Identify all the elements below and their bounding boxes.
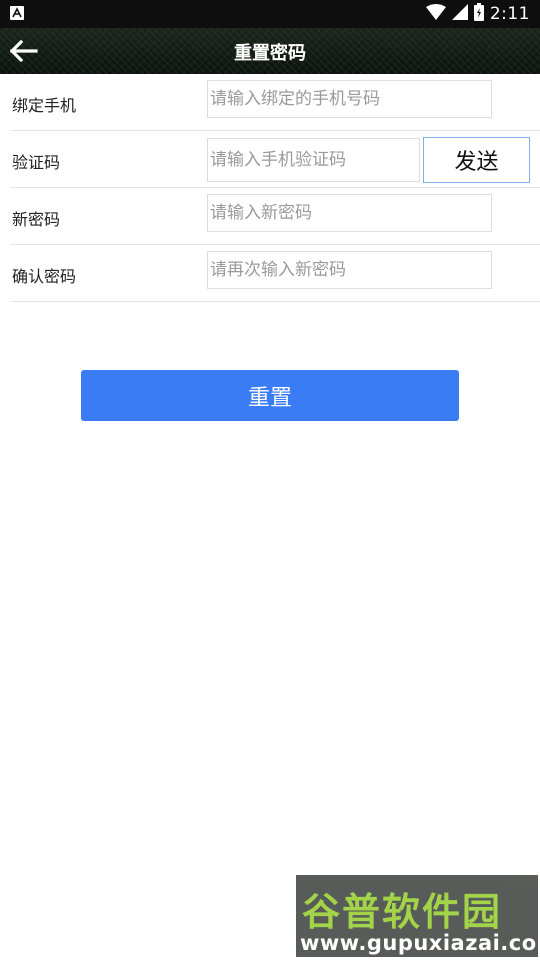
status-bar: 2:11 bbox=[0, 0, 540, 28]
a-notification-icon bbox=[10, 5, 24, 24]
new-password-input[interactable] bbox=[207, 194, 492, 232]
page-title: 重置密码 bbox=[234, 43, 306, 64]
code-input[interactable] bbox=[207, 138, 420, 182]
cell-signal-icon bbox=[451, 4, 468, 24]
reset-button[interactable]: 重置 bbox=[81, 370, 459, 421]
clock: 2:11 bbox=[489, 4, 530, 24]
code-label: 验证码 bbox=[12, 153, 61, 172]
send-code-button[interactable]: 发送 bbox=[423, 137, 530, 183]
wifi-icon bbox=[425, 4, 446, 24]
code-row: 验证码 发送 bbox=[10, 131, 540, 188]
new-password-label: 新密码 bbox=[12, 210, 61, 229]
watermark-logo: 谷普软件园 www.gupuxiazai.com bbox=[296, 875, 540, 957]
reset-password-form: 绑定手机 验证码 发送 新密码 确认密码 bbox=[0, 74, 540, 302]
confirm-password-label: 确认密码 bbox=[12, 267, 77, 286]
battery-icon bbox=[473, 3, 484, 25]
confirm-password-row: 确认密码 bbox=[10, 245, 540, 302]
confirm-password-input[interactable] bbox=[207, 251, 492, 289]
watermark-title: 谷普软件园 bbox=[302, 890, 503, 934]
new-password-row: 新密码 bbox=[10, 188, 540, 245]
phone-label: 绑定手机 bbox=[12, 96, 77, 115]
status-icons: 2:11 bbox=[425, 3, 530, 25]
title-bar: 重置密码 bbox=[0, 28, 540, 74]
phone-input[interactable] bbox=[207, 80, 492, 118]
phone-row: 绑定手机 bbox=[10, 74, 540, 131]
watermark-url: www.gupuxiazai.com bbox=[300, 931, 540, 955]
